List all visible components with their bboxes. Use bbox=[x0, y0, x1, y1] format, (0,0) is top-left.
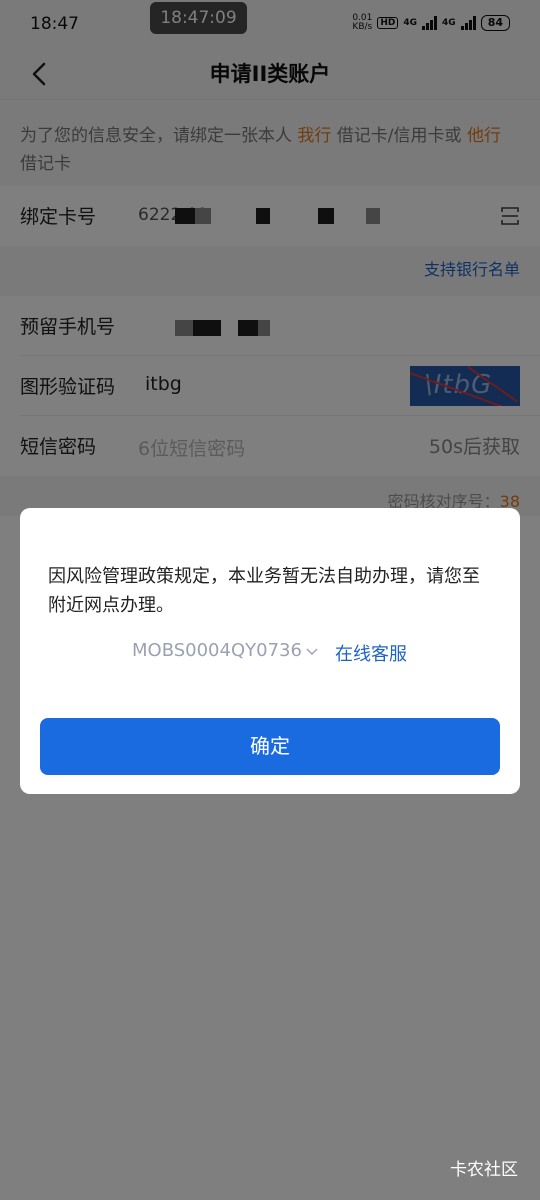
error-code[interactable]: MOBS0004QY0736 bbox=[132, 640, 318, 661]
confirm-button[interactable]: 确定 bbox=[40, 718, 500, 775]
chevron-down-icon bbox=[306, 648, 318, 655]
alert-dialog: 因风险管理政策规定，本业务暂无法自助办理，请您至附近网点办理。 MOBS0004… bbox=[20, 508, 520, 794]
online-service-link[interactable]: 在线客服 bbox=[335, 640, 407, 666]
dialog-message: 因风险管理政策规定，本业务暂无法自助办理，请您至附近网点办理。 bbox=[48, 566, 480, 616]
watermark: 卡农社区 bbox=[450, 1160, 518, 1180]
